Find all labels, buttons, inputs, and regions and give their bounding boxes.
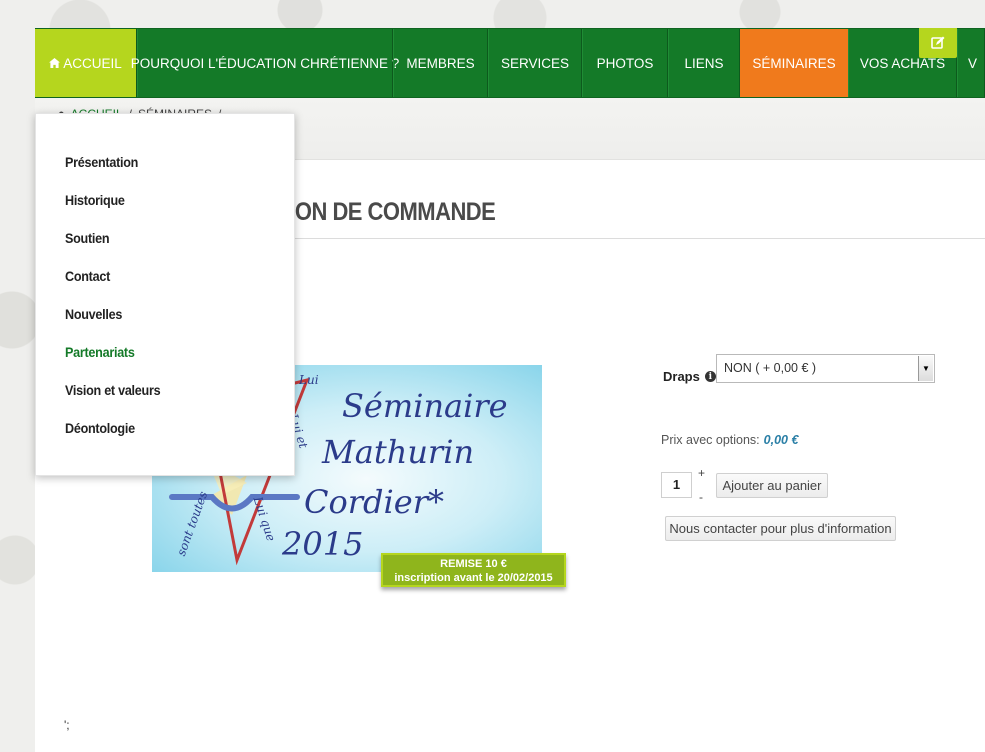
quantity-decrease-button[interactable]: - [699, 490, 703, 504]
nav-item-services[interactable]: SERVICES [488, 29, 582, 97]
dropdown-item-contact[interactable]: Contact [65, 268, 110, 284]
nav-item-label: V [968, 55, 978, 71]
price-label: Prix avec options: [661, 433, 760, 447]
dropdown-item-partenariats[interactable]: Partenariats [65, 344, 135, 360]
image-title-line-4: 2015 [282, 525, 364, 563]
discount-badge-line-1: REMISE 10 € [440, 558, 507, 570]
edit-icon [931, 36, 945, 49]
draps-label-text: Draps [663, 369, 700, 384]
nav-item-pourquoi[interactable]: POURQUOI L'ÉDUCATION CHRÉTIENNE ? [131, 29, 399, 97]
nav-item-accueil[interactable]: ACCUEIL [35, 29, 137, 97]
nav-item-label: SÉMINAIRES [752, 55, 836, 71]
discount-badge: REMISE 10 € inscription avant le 20/02/2… [381, 553, 566, 587]
price-value: 0,00 € [763, 433, 799, 447]
draps-select[interactable]: NON ( + 0,00 € ) ▼ [716, 354, 935, 383]
discount-badge-line-2: inscription avant le 20/02/2015 [394, 572, 553, 584]
chevron-down-icon[interactable]: ▼ [918, 356, 933, 381]
dropdown-menu: Présentation Historique Soutien Contact … [35, 113, 295, 476]
nav-item-seminaires[interactable]: SÉMINAIRES [740, 29, 848, 97]
info-icon[interactable]: i [704, 371, 716, 382]
dropdown-item-vision[interactable]: Vision et valeurs [65, 382, 161, 398]
image-arc-text-1: Lui [299, 373, 319, 387]
image-title-line-3: Cordier* [304, 483, 444, 521]
main-navigation: ACCUEIL POURQUOI L'ÉDUCATION CHRÉTIENNE … [35, 28, 985, 98]
price-with-options: Prix avec options: 0,00 € [661, 433, 798, 447]
nav-item-liens[interactable]: LIENS [668, 29, 740, 97]
dropdown-item-historique[interactable]: Historique [65, 192, 125, 208]
dropdown-item-deontologie[interactable]: Déontologie [65, 420, 135, 436]
nav-item-membres[interactable]: MEMBRES [393, 29, 488, 97]
quantity-increase-button[interactable]: + [698, 466, 705, 480]
nav-item-label: PHOTOS [596, 55, 654, 71]
home-icon [49, 58, 61, 68]
image-title-line-2: Mathurin [322, 433, 475, 471]
dropdown-item-soutien[interactable]: Soutien [65, 230, 110, 246]
contact-us-button[interactable]: Nous contacter pour plus d'information [665, 516, 896, 541]
quantity-input[interactable]: 1 [661, 472, 692, 498]
draps-option-label: Draps i [663, 369, 716, 384]
image-title-line-1: Séminaire [342, 387, 508, 425]
nav-item-label: SERVICES [500, 55, 570, 71]
add-to-cart-button[interactable]: Ajouter au panier [716, 473, 828, 498]
draps-select-value: NON ( + 0,00 € ) [724, 361, 817, 375]
nav-item-label: LIENS [684, 55, 724, 71]
dropdown-item-presentation[interactable]: Présentation [65, 154, 138, 170]
nav-item-label: POURQUOI L'ÉDUCATION CHRÉTIENNE ? [130, 55, 400, 71]
stray-text: '; [64, 718, 70, 732]
dropdown-item-nouvelles[interactable]: Nouvelles [65, 306, 122, 322]
nav-item-overflow[interactable]: V [957, 29, 985, 97]
nav-item-photos[interactable]: PHOTOS [582, 29, 668, 97]
nav-item-label: ACCUEIL [63, 55, 122, 71]
edit-button[interactable] [919, 28, 957, 58]
nav-item-label: MEMBRES [406, 55, 475, 71]
